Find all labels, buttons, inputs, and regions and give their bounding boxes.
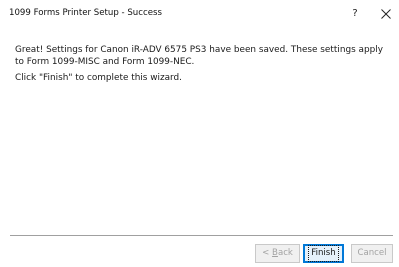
cancel-button-label: Cancel (357, 248, 387, 258)
close-icon (381, 9, 391, 19)
finish-button-label: Finish (308, 245, 339, 262)
help-button[interactable]: ? (346, 4, 364, 24)
wizard-content: Great! Settings for Canon iR-ADV 6575 PS… (15, 45, 393, 85)
back-button[interactable]: < Back (255, 244, 300, 263)
success-message: Great! Settings for Canon iR-ADV 6575 PS… (15, 45, 383, 67)
back-button-prefix: < (262, 248, 273, 258)
button-separator (10, 235, 393, 237)
finish-button[interactable]: Finish (303, 244, 344, 263)
window-title: 1099 Forms Printer Setup - Success (9, 8, 162, 18)
finish-instruction: Click "Finish" to complete this wizard. (15, 73, 183, 83)
title-bar: 1099 Forms Printer Setup - Success ? (0, 0, 399, 30)
back-button-suffix: ack (277, 248, 293, 258)
printer-setup-dialog: 1099 Forms Printer Setup - Success ? Gre… (0, 0, 399, 267)
cancel-button[interactable]: Cancel (351, 244, 393, 263)
close-button[interactable] (376, 4, 396, 24)
